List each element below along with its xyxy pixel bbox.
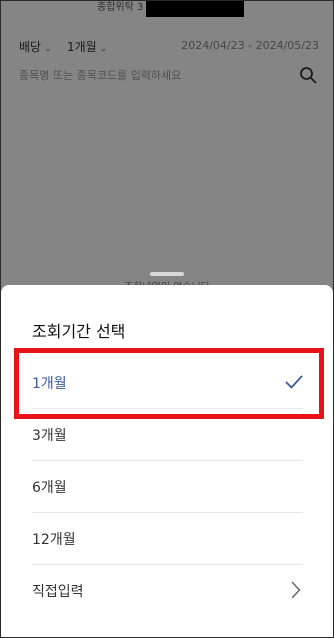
option-label: 직접입력 (32, 584, 84, 600)
option-1-month[interactable]: 1개월 (32, 357, 303, 409)
option-label: 1개월 (32, 376, 67, 392)
option-label: 3개월 (32, 428, 67, 444)
option-12-months[interactable]: 12개월 (32, 513, 303, 565)
period-select-sheet: 조회기간 선택 1개월 3개월 6개월 12개월 직접입력 (1, 285, 333, 637)
option-custom-input[interactable]: 직접입력 (32, 565, 303, 616)
option-label: 6개월 (32, 480, 67, 496)
check-icon (285, 375, 303, 389)
option-6-months[interactable]: 6개월 (32, 461, 303, 513)
app-frame: 종합위탁 3 배당 ⌄ 1개월 ⌄ 2024/04/23 - 2024/05/23 … (0, 0, 334, 638)
option-label: 12개월 (32, 532, 76, 548)
option-3-months[interactable]: 3개월 (32, 409, 303, 461)
sheet-drag-handle[interactable] (150, 272, 184, 276)
chevron-right-icon (291, 581, 301, 599)
sheet-title: 조회기간 선택 (32, 322, 126, 341)
